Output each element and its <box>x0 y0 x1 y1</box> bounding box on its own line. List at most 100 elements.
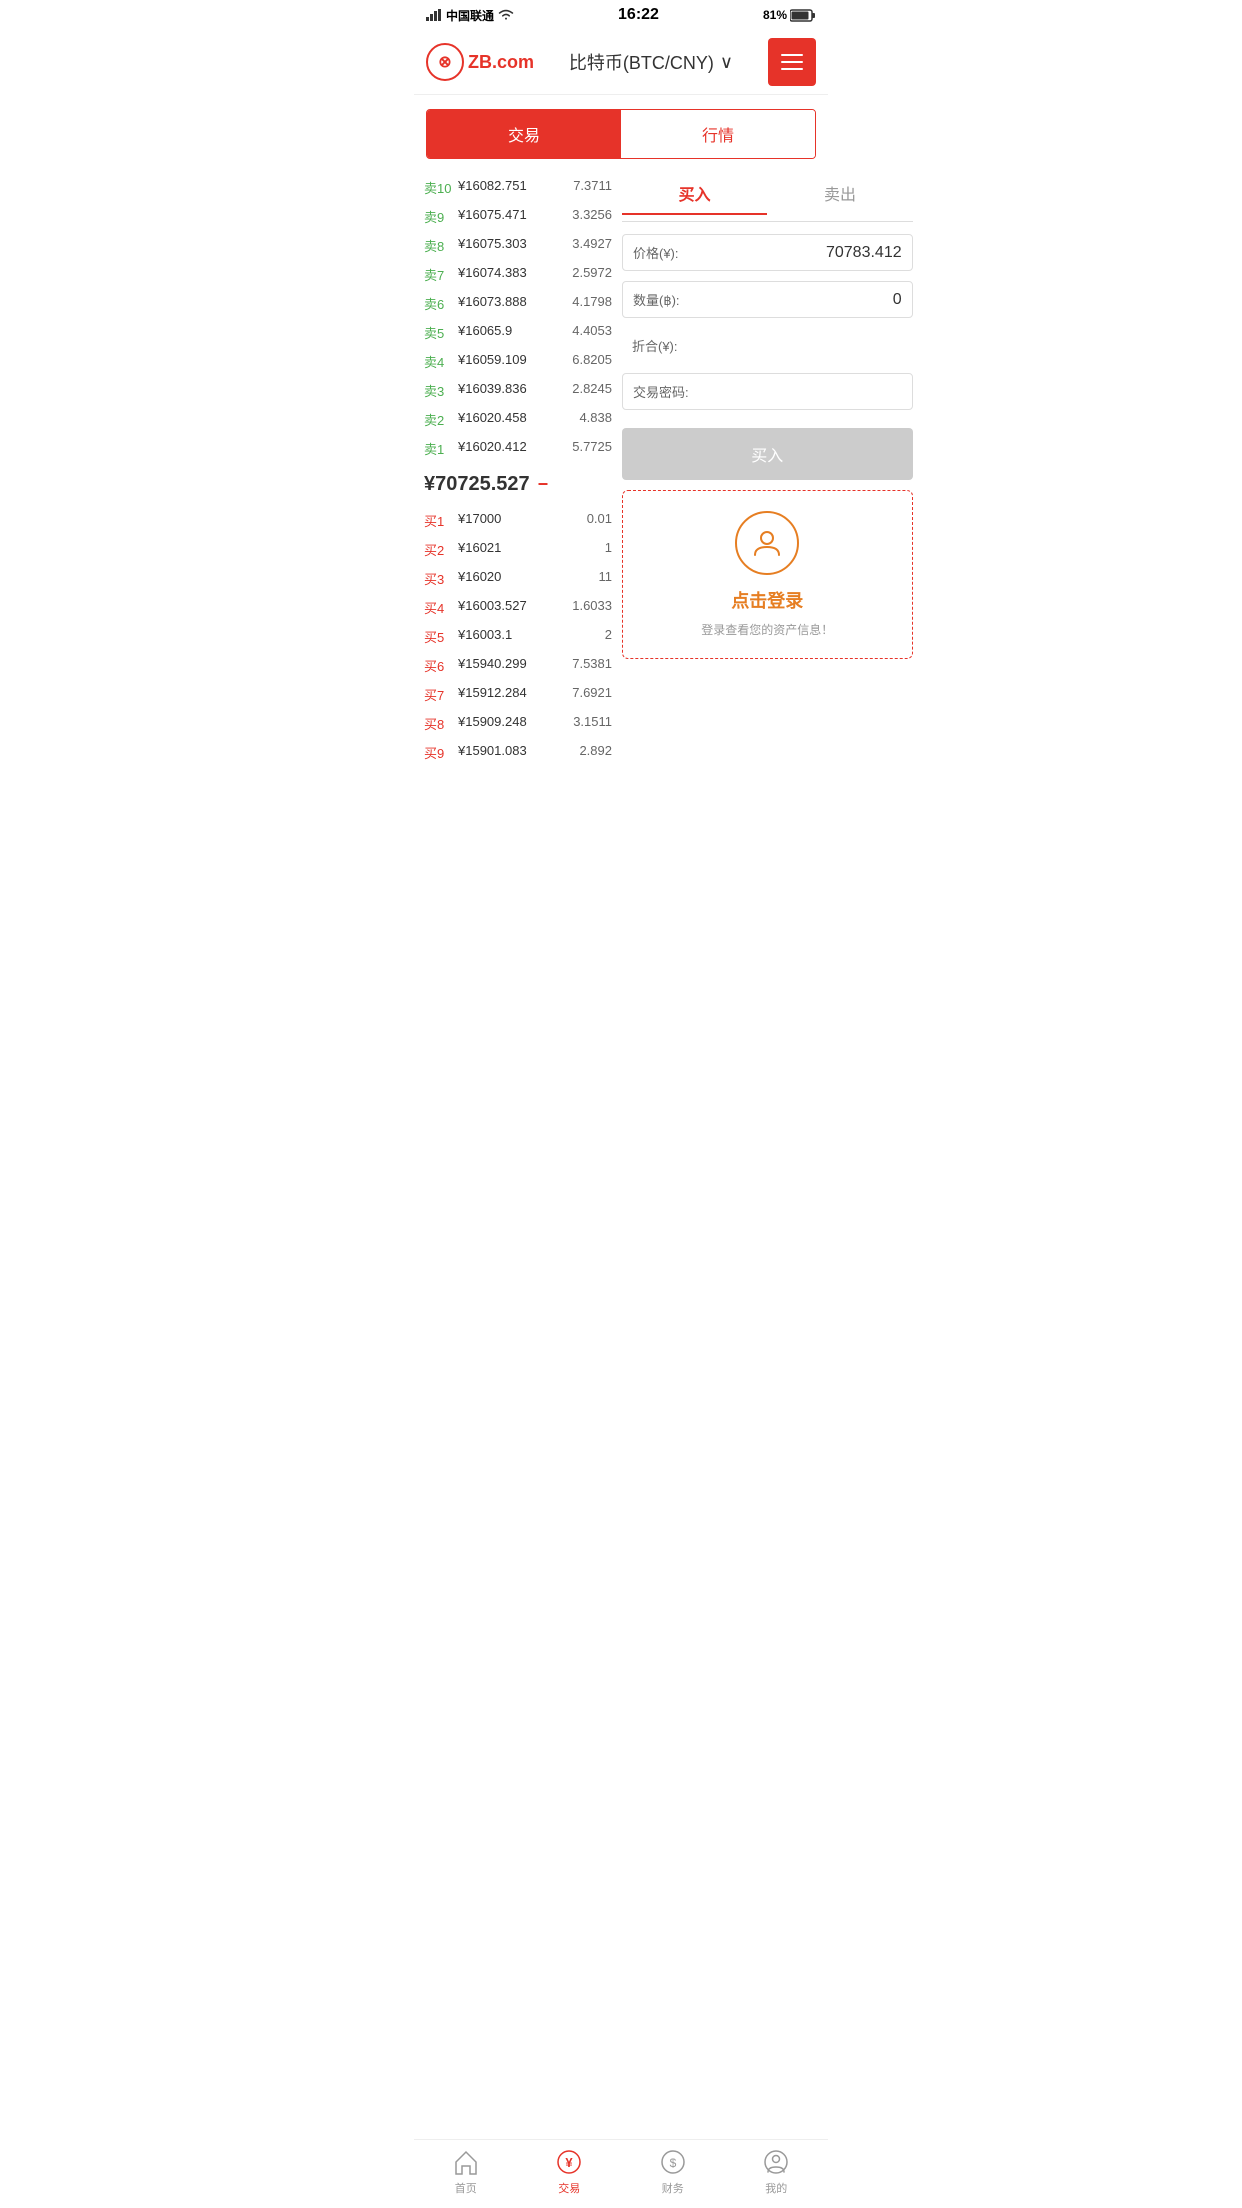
qty-group: 数量(฿): <box>622 281 913 318</box>
sell-qty: 7.3711 <box>573 178 612 197</box>
price-group: 价格(¥): <box>622 234 913 271</box>
buy-orders: 买1 ¥17000 0.01 买2 ¥16021 1 买3 ¥16020 11 … <box>422 506 614 767</box>
sell-label: 卖6 <box>424 294 454 313</box>
password-input[interactable] <box>695 383 902 401</box>
qty-input[interactable] <box>686 291 902 309</box>
nav-finance[interactable]: $ 财务 <box>621 2148 725 2196</box>
buy-qty: 11 <box>599 569 613 588</box>
buy-qty: 1 <box>605 540 612 559</box>
sell-qty: 4.4053 <box>572 323 612 342</box>
price-input[interactable] <box>685 244 902 262</box>
sell-qty: 2.8245 <box>572 381 612 400</box>
status-time: 16:22 <box>618 6 659 24</box>
sell-price: ¥16039.836 <box>454 381 572 400</box>
buy-label: 买5 <box>424 627 454 646</box>
buy-qty: 7.5381 <box>572 656 612 675</box>
buy-order-row: 买6 ¥15940.299 7.5381 <box>422 651 614 680</box>
sell-label: 卖7 <box>424 265 454 284</box>
battery-icon <box>790 9 816 22</box>
sell-order-row: 卖3 ¥16039.836 2.8245 <box>422 376 614 405</box>
buy-price: ¥16003.527 <box>454 598 572 617</box>
sell-qty: 4.1798 <box>572 294 612 313</box>
buy-qty: 2 <box>605 627 612 646</box>
nav-trade-label: 交易 <box>558 2180 580 2196</box>
tab-trade[interactable]: 交易 <box>427 110 621 158</box>
buy-label: 买8 <box>424 714 454 733</box>
sell-order-row: 卖1 ¥16020.412 5.7725 <box>422 434 614 463</box>
buy-price: ¥15940.299 <box>454 656 572 675</box>
buy-qty: 2.892 <box>579 743 612 762</box>
buy-price: ¥16003.1 <box>454 627 605 646</box>
buy-order-row: 买2 ¥16021 1 <box>422 535 614 564</box>
buy-order-row: 买3 ¥16020 11 <box>422 564 614 593</box>
tab-buy[interactable]: 买入 <box>622 173 767 215</box>
tab-market[interactable]: 行情 <box>621 110 815 158</box>
buy-qty: 7.6921 <box>572 685 612 704</box>
nav-profile[interactable]: 我的 <box>725 2148 829 2196</box>
sell-label: 卖5 <box>424 323 454 342</box>
price-direction-icon: − <box>538 474 549 495</box>
qty-row: 数量(฿): <box>622 281 913 318</box>
tab-sell[interactable]: 卖出 <box>767 173 912 215</box>
sell-order-row: 卖10 ¥16082.751 7.3711 <box>422 173 614 202</box>
total-group: 折合(¥): <box>622 328 913 363</box>
current-price-row: ¥70725.527 − <box>422 463 614 506</box>
trade-tabs: 买入 卖出 <box>622 173 913 222</box>
status-bar: 中国联通 16:22 81% <box>414 0 828 30</box>
sell-qty: 3.4927 <box>572 236 612 255</box>
sell-label: 卖1 <box>424 439 454 458</box>
buy-label: 买1 <box>424 511 454 530</box>
login-card[interactable]: 点击登录 登录查看您的资产信息！ <box>622 490 913 659</box>
wifi-icon <box>498 9 514 21</box>
buy-order-row: 买9 ¥15901.083 2.892 <box>422 738 614 767</box>
password-row: 交易密码: <box>622 373 913 410</box>
status-left: 中国联通 <box>426 7 514 24</box>
sell-price: ¥16020.458 <box>454 410 579 429</box>
buy-price: ¥15901.083 <box>454 743 579 762</box>
user-icon <box>751 527 783 559</box>
buy-label: 买6 <box>424 656 454 675</box>
home-icon <box>452 2148 480 2176</box>
sell-order-row: 卖7 ¥16074.383 2.5972 <box>422 260 614 289</box>
sell-order-row: 卖5 ¥16065.9 4.4053 <box>422 318 614 347</box>
main-tab-bar: 交易 行情 <box>426 109 816 159</box>
buy-qty: 1.6033 <box>572 598 612 617</box>
nav-finance-label: 财务 <box>662 2180 684 2196</box>
battery-label: 81% <box>763 8 787 22</box>
profile-icon <box>762 2148 790 2176</box>
nav-home[interactable]: 首页 <box>414 2148 518 2196</box>
trade-icon: ¥ <box>555 2148 583 2176</box>
bottom-nav: 首页 ¥ 交易 $ 财务 我的 <box>414 2139 828 2208</box>
logo: ⊗ ZB.com <box>426 43 534 81</box>
login-label[interactable]: 点击登录 <box>639 587 896 613</box>
sell-order-row: 卖6 ¥16073.888 4.1798 <box>422 289 614 318</box>
buy-button[interactable]: 买入 <box>622 428 913 480</box>
svg-text:$: $ <box>669 2156 676 2170</box>
buy-price: ¥17000 <box>454 511 587 530</box>
sell-label: 卖10 <box>424 178 454 197</box>
chevron-down-icon: ∨ <box>720 52 733 73</box>
sell-label: 卖2 <box>424 410 454 429</box>
buy-order-row: 买8 ¥15909.248 3.1511 <box>422 709 614 738</box>
carrier-label: 中国联通 <box>446 7 494 24</box>
sell-label: 卖8 <box>424 236 454 255</box>
password-label: 交易密码: <box>633 382 689 401</box>
buy-order-row: 买5 ¥16003.1 2 <box>422 622 614 651</box>
buy-qty: 3.1511 <box>573 714 612 733</box>
sell-label: 卖4 <box>424 352 454 371</box>
qty-label: 数量(฿): <box>633 290 680 309</box>
total-row: 折合(¥): <box>622 328 913 363</box>
buy-price: ¥15912.284 <box>454 685 572 704</box>
buy-price: ¥15909.248 <box>454 714 573 733</box>
buy-order-row: 买7 ¥15912.284 7.6921 <box>422 680 614 709</box>
finance-icon: $ <box>659 2148 687 2176</box>
menu-button[interactable] <box>768 38 816 86</box>
price-label: 价格(¥): <box>633 243 679 262</box>
buy-order-row: 买4 ¥16003.527 1.6033 <box>422 593 614 622</box>
total-label: 折合(¥): <box>632 336 678 355</box>
app-header: ⊗ ZB.com 比特币(BTC/CNY) ∨ <box>414 30 828 95</box>
main-content: 卖10 ¥16082.751 7.3711 卖9 ¥16075.471 3.32… <box>414 173 828 767</box>
nav-trade[interactable]: ¥ 交易 <box>518 2148 622 2196</box>
sell-price: ¥16075.303 <box>454 236 572 255</box>
nav-home-label: 首页 <box>455 2180 477 2196</box>
